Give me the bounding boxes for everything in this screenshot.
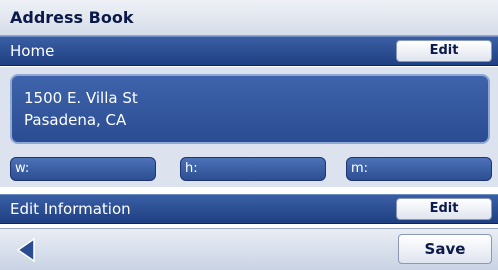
- title-bar: Address Book: [0, 0, 498, 36]
- phone-fields-row: w: h: m:: [0, 153, 498, 187]
- address-line-2: Pasadena, CA: [24, 111, 127, 129]
- work-phone-label: w:: [15, 161, 30, 176]
- save-button[interactable]: Save: [398, 234, 492, 264]
- home-phone-field[interactable]: h:: [180, 157, 326, 181]
- edit-information-row: Edit Information Edit: [0, 194, 498, 224]
- edit-information-button[interactable]: Edit: [396, 198, 492, 220]
- entry-name-label: Home: [10, 42, 55, 60]
- address-field[interactable]: 1500 E. Villa St Pasadena, CA: [10, 74, 490, 144]
- address-line-1: 1500 E. Villa St: [24, 89, 138, 107]
- left-triangle-icon: [16, 237, 35, 263]
- edit-information-label: Edit Information: [10, 200, 131, 218]
- address-panel: 1500 E. Villa St Pasadena, CA: [0, 67, 498, 153]
- mobile-phone-field[interactable]: m:: [346, 157, 492, 181]
- mobile-phone-label: m:: [351, 161, 369, 176]
- page-title: Address Book: [10, 8, 134, 27]
- work-phone-field[interactable]: w:: [10, 157, 156, 181]
- entry-name-row: Home Edit: [0, 36, 498, 66]
- bottom-bar: Save: [0, 228, 498, 270]
- back-button[interactable]: [10, 235, 52, 265]
- edit-name-button[interactable]: Edit: [396, 40, 492, 62]
- home-phone-label: h:: [185, 161, 198, 176]
